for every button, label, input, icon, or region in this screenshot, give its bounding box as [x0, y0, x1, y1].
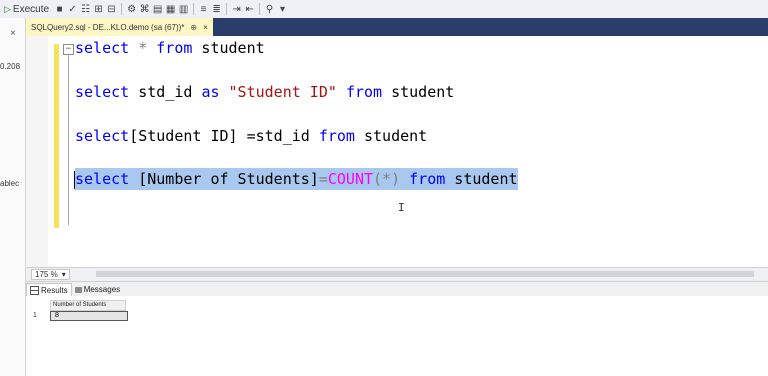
specify-values-icon[interactable]: ⚲ [264, 2, 275, 16]
code-token: student [192, 39, 265, 57]
code-token: from [345, 83, 383, 101]
results-to-text-icon[interactable]: ▤ [152, 2, 163, 16]
uncomment-icon[interactable]: ≣ [211, 2, 222, 16]
tab-results[interactable]: Results [26, 283, 72, 296]
tab-label: SQLQuery2.sql - DE...KLO.demo (sa (67))* [31, 22, 185, 32]
tab-messages-label: Messages [83, 285, 121, 294]
document-tab-strip: SQLQuery2.sql - DE...KLO.demo (sa (67))*… [26, 18, 768, 36]
code-token: = [318, 170, 328, 188]
close-icon[interactable]: × [10, 28, 16, 39]
code-token: from [156, 39, 193, 57]
code-token: "Student ID" [228, 83, 337, 101]
outdent-icon[interactable]: ⇤ [244, 2, 255, 16]
object-explorer-item[interactable]: ablec [0, 179, 19, 188]
result-cell[interactable]: 8 [50, 311, 128, 321]
row-number: 1 [33, 312, 37, 319]
toolbar-separator [121, 3, 123, 15]
results-grid-icon [30, 285, 39, 295]
grid-icon[interactable]: ⊞ [93, 2, 104, 16]
plan-icon[interactable]: ⊟ [106, 2, 117, 16]
object-explorer-pane: × 0.208 ablec [0, 18, 26, 376]
code-line[interactable]: select std_id as "Student ID" from stude… [75, 81, 454, 103]
code-token: COUNT [327, 170, 374, 188]
code-line[interactable]: select [Number of Students]=COUNT(*) fro… [75, 168, 518, 190]
parse-icon[interactable]: ☷ [80, 2, 91, 16]
results-tab-strip: Results Messages [26, 283, 768, 296]
editor-status-row: 175 % ▾ [26, 267, 768, 282]
execute-label: Execute [12, 3, 50, 15]
query-toolbar: ▷ Execute ■ ✓ ☷ ⊞ ⊟ ⚙ ⌘ ▤ ▦ ▥ ≡ ≣ ⇥ ⇤ ⚲ ▾ [0, 0, 768, 19]
toolbar-separator [226, 3, 228, 15]
scrollbar-thumb[interactable] [96, 271, 754, 277]
ibeam-cursor-icon: I [398, 201, 405, 214]
code-token: [Number of Students] [129, 170, 319, 188]
query-options-icon[interactable]: ⚙ [126, 2, 137, 16]
zoom-dropdown[interactable]: 175 % ▾ [31, 269, 70, 280]
code-token: student [354, 127, 428, 145]
tab-results-label: Results [41, 285, 68, 295]
editor-gutter [26, 36, 48, 267]
object-explorer-item[interactable]: 0.208 [0, 62, 20, 71]
code-token: from [409, 170, 446, 188]
code-token: * [129, 39, 157, 57]
results-grid: Number of Students 1 8 [26, 296, 768, 376]
toolbar-separator [259, 3, 261, 15]
outline-bar [68, 55, 69, 225]
code-token: student [445, 170, 518, 188]
code-line[interactable]: select[Student ID] =std_id from student [75, 125, 427, 147]
toolbar-separator [193, 3, 195, 15]
code-token: from [318, 127, 355, 145]
messages-icon [74, 286, 82, 293]
code-token: select [75, 39, 130, 57]
tab-messages[interactable]: Messages [72, 284, 123, 296]
zoom-value: 175 % [35, 270, 58, 279]
text-caret [74, 171, 75, 189]
indent-icon[interactable]: ⇥ [231, 2, 242, 16]
stop-icon[interactable]: ■ [54, 2, 65, 16]
results-to-grid-icon[interactable]: ▦ [165, 2, 176, 16]
chevron-down-icon: ▾ [61, 270, 66, 279]
horizontal-scrollbar[interactable] [96, 271, 754, 277]
query-tab[interactable]: SQLQuery2.sql - DE...KLO.demo (sa (67))*… [26, 18, 213, 36]
collapse-icon[interactable]: − [63, 44, 74, 55]
change-tracking-margin [54, 44, 59, 228]
pin-icon[interactable]: ⊕ [190, 23, 197, 32]
code-token: select [75, 83, 130, 101]
close-icon[interactable]: × [203, 23, 208, 32]
code-token: student [382, 83, 455, 101]
dropdown-icon[interactable]: ▾ [277, 2, 288, 16]
code-line[interactable]: select * from student [75, 37, 265, 59]
code-token: (*) [373, 170, 401, 188]
query-editor[interactable]: − select * from student select std_id as … [26, 36, 768, 267]
code-token: select [75, 170, 130, 188]
intellisense-icon[interactable]: ⌘ [139, 2, 150, 16]
code-token: select [75, 127, 130, 145]
code-token: [Student ID] =std_id [129, 127, 319, 145]
comment-icon[interactable]: ≡ [198, 2, 209, 16]
code-token: as [201, 83, 220, 101]
column-header[interactable]: Number of Students [50, 300, 126, 311]
checkmark-icon[interactable]: ✓ [67, 2, 78, 16]
code-token: std_id [129, 83, 202, 101]
play-icon: ▷ [4, 3, 11, 14]
execute-button[interactable]: ▷ Execute [1, 2, 52, 16]
results-to-file-icon[interactable]: ▥ [178, 2, 189, 16]
